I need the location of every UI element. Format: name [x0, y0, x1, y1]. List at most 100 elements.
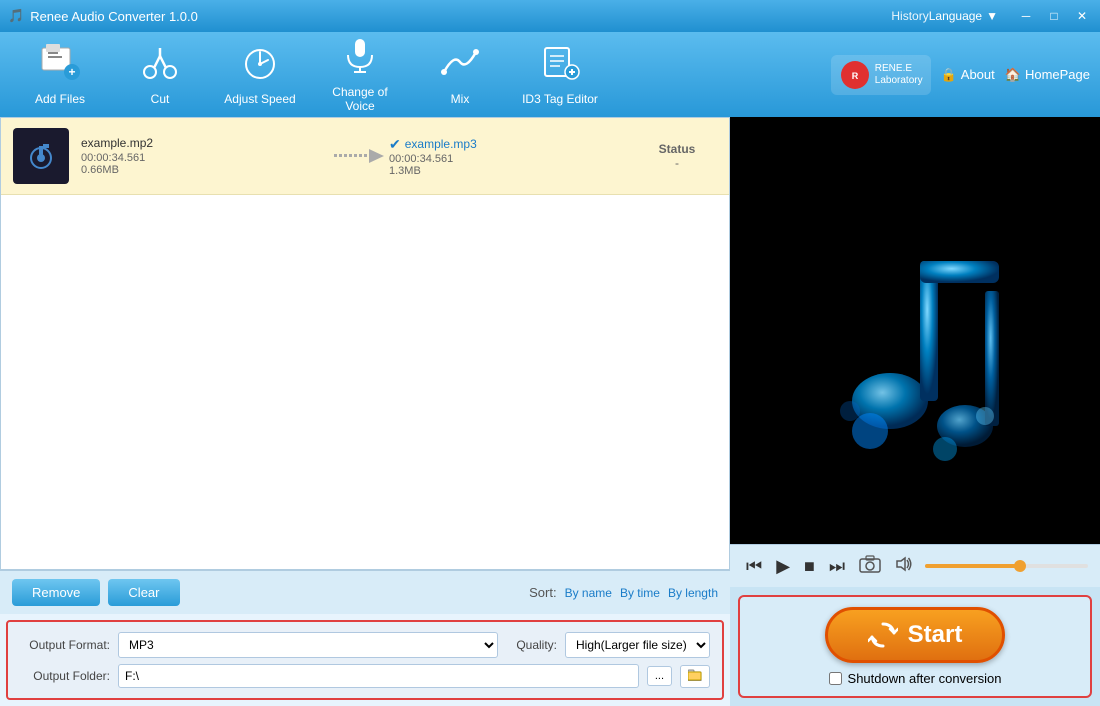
homepage-label: HomePage [1025, 67, 1090, 82]
speaker-icon [895, 556, 915, 572]
status-label: Status [637, 142, 717, 156]
start-button[interactable]: Start [825, 607, 1005, 663]
output-file-time: 00:00:34.561 [389, 153, 637, 165]
source-file-time: 00:00:34.561 [81, 152, 329, 164]
nav-item-mix[interactable]: Mix [410, 35, 510, 115]
quality-label: Quality: [516, 638, 557, 652]
nav-item-cut[interactable]: Cut [110, 35, 210, 115]
sort-by-length-link[interactable]: By length [668, 586, 718, 600]
change-of-voice-label: Change of Voice [316, 85, 404, 113]
id3-tag-editor-icon [540, 44, 580, 88]
stop-button[interactable]: ■ [800, 554, 819, 579]
nav-item-adjust-speed[interactable]: Adjust Speed [210, 35, 310, 115]
forward-button[interactable]: ⏭ [825, 554, 849, 579]
title-bar: 🎵 Renee Audio Converter 1.0.0 History La… [0, 0, 1100, 32]
sort-label: Sort: [529, 585, 556, 600]
nav-bar: + Add Files Cut [0, 32, 1100, 117]
status-area: Status - [637, 142, 717, 170]
screenshot-button[interactable] [855, 553, 885, 579]
volume-fill [925, 564, 1023, 568]
source-file-size: 0.66MB [81, 164, 329, 176]
folder-input[interactable] [118, 664, 639, 688]
browse-folder-button[interactable]: ... [647, 666, 672, 686]
format-select[interactable]: MP3 AAC OGG FLAC WAV WMA [118, 632, 498, 658]
app-icon: 🎵 [8, 8, 24, 24]
mix-icon [440, 44, 480, 88]
svg-text:R: R [852, 71, 859, 81]
about-label: About [961, 67, 995, 82]
homepage-link[interactable]: 🏠 HomePage [1005, 67, 1090, 83]
file-list: example.mp2 00:00:34.561 0.66MB [0, 117, 730, 570]
svg-text:+: + [68, 65, 75, 79]
about-link[interactable]: 🔒 About [941, 67, 995, 83]
nav-right: R RENE.E Laboratory 🔒 About 🏠 HomePage [831, 55, 1090, 95]
clear-button[interactable]: Clear [108, 579, 179, 606]
open-folder-icon [688, 669, 702, 681]
language-area: Language ▼ [929, 9, 998, 23]
left-panel: example.mp2 00:00:34.561 0.66MB [0, 117, 730, 706]
camera-icon [859, 555, 881, 573]
cut-label: Cut [151, 92, 170, 106]
start-wrapper: Start Shutdown after conversion [738, 595, 1092, 698]
output-file-info: ✔ example.mp3 00:00:34.561 1.3MB [389, 136, 637, 177]
player-controls: ⏮ ▶ ■ ⏭ [730, 544, 1100, 587]
file-thumbnail [13, 128, 69, 184]
play-button[interactable]: ▶ [772, 554, 794, 579]
add-files-icon: + [40, 44, 80, 88]
nav-item-change-of-voice[interactable]: Change of Voice [310, 35, 410, 115]
start-label: Start [908, 621, 963, 649]
mix-label: Mix [451, 92, 470, 106]
main-area: example.mp2 00:00:34.561 0.66MB [0, 117, 1100, 706]
quality-select[interactable]: High(Larger file size) Medium Low [565, 632, 710, 658]
output-file-name: ✔ example.mp3 [389, 136, 637, 153]
lock-icon: 🔒 [941, 67, 957, 83]
source-file-name: example.mp2 [81, 136, 329, 150]
folder-label: Output Folder: [20, 669, 110, 683]
nav-item-add-files[interactable]: + Add Files [10, 35, 110, 115]
home-icon: 🏠 [1005, 67, 1021, 83]
minimize-button[interactable]: ─ [1016, 6, 1036, 26]
convert-arrow-icon [334, 144, 384, 168]
folder-row: Output Folder: ... [20, 664, 710, 688]
start-area-container: Start Shutdown after conversion [730, 587, 1100, 706]
language-dropdown-icon[interactable]: ▼ [986, 9, 998, 23]
volume-slider-track[interactable] [925, 564, 1088, 568]
close-button[interactable]: ✕ [1072, 6, 1092, 26]
sort-area: Sort: By name By time By length [188, 585, 719, 600]
right-panel: ⏮ ▶ ■ ⏭ [730, 117, 1100, 706]
nav-tools: + Add Files Cut [10, 35, 610, 115]
logo-icon: R [839, 59, 871, 91]
change-of-voice-icon [340, 37, 380, 81]
refresh-icon [868, 620, 898, 650]
history-link[interactable]: History [891, 9, 928, 23]
app-title: Renee Audio Converter 1.0.0 [30, 9, 885, 24]
adjust-speed-label: Adjust Speed [224, 92, 295, 106]
table-row: example.mp2 00:00:34.561 0.66MB [1, 118, 729, 195]
maximize-button[interactable]: □ [1044, 6, 1064, 26]
source-file-info: example.mp2 00:00:34.561 0.66MB [81, 136, 329, 176]
format-label: Output Format: [20, 638, 110, 652]
output-settings: Output Format: MP3 AAC OGG FLAC WAV WMA … [6, 620, 724, 700]
shutdown-row: Shutdown after conversion [829, 671, 1002, 686]
brand-logo: R RENE.E Laboratory [831, 55, 931, 95]
preview-area [730, 117, 1100, 544]
output-file-size: 1.3MB [389, 165, 637, 177]
music-preview-graphic [790, 181, 1040, 481]
open-folder-button[interactable] [680, 665, 710, 688]
arrow-area [329, 144, 389, 168]
output-settings-wrapper: Output Format: MP3 AAC OGG FLAC WAV WMA … [6, 620, 724, 700]
nav-item-id3-tag-editor[interactable]: ID3 Tag Editor [510, 35, 610, 115]
format-row: Output Format: MP3 AAC OGG FLAC WAV WMA … [20, 632, 710, 658]
shutdown-label: Shutdown after conversion [848, 671, 1002, 686]
shutdown-checkbox[interactable] [829, 672, 842, 685]
remove-button[interactable]: Remove [12, 579, 100, 606]
adjust-speed-icon [240, 44, 280, 88]
id3-tag-editor-label: ID3 Tag Editor [522, 92, 598, 106]
sort-by-name-link[interactable]: By name [565, 586, 612, 600]
volume-icon[interactable] [891, 554, 919, 578]
language-label: Language [929, 9, 982, 23]
volume-thumb[interactable] [1014, 560, 1026, 572]
sort-by-time-link[interactable]: By time [620, 586, 660, 600]
rewind-button[interactable]: ⏮ [742, 554, 766, 579]
cut-icon [140, 44, 180, 88]
